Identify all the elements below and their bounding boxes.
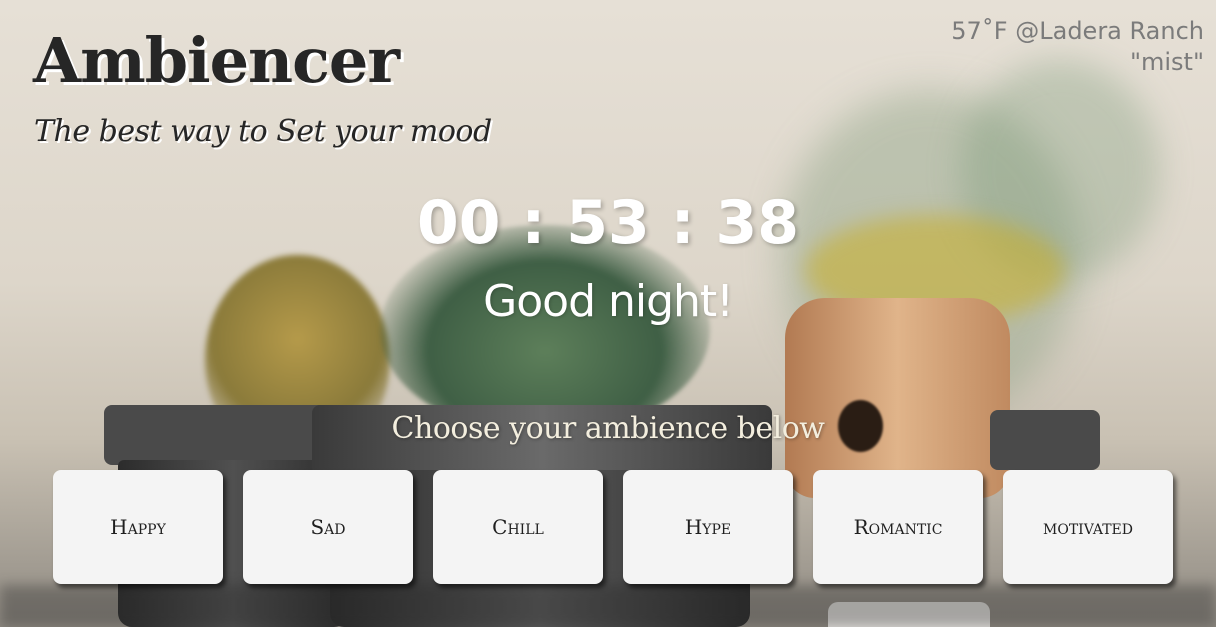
mood-button-romantic[interactable]: Romantic — [813, 470, 983, 584]
ambience-prompt: Choose your ambience below — [391, 411, 825, 446]
greeting-text: Good night! — [483, 276, 734, 327]
mood-button-sad[interactable]: Sad — [243, 470, 413, 584]
weather-widget: 57˚F @Ladera Ranch "mist" — [951, 16, 1204, 78]
clock-display: 00 : 53 : 38 — [416, 188, 800, 258]
app-tagline: The best way to Set your mood — [34, 114, 492, 149]
mood-button-happy[interactable]: Happy — [53, 470, 223, 584]
weather-temperature-location: 57˚F @Ladera Ranch — [951, 17, 1204, 45]
weather-condition: "mist" — [1129, 48, 1204, 76]
mood-button-hype[interactable]: Hype — [623, 470, 793, 584]
app-title: Ambiencer — [33, 24, 400, 97]
mood-button-motivated[interactable]: motivated — [1003, 470, 1173, 584]
mood-button-chill[interactable]: Chill — [433, 470, 603, 584]
groot-figure-image — [785, 298, 1010, 498]
mood-button-row: Happy Sad Chill Hype Romantic motivated — [53, 470, 1173, 584]
table-shadow — [0, 585, 1216, 627]
